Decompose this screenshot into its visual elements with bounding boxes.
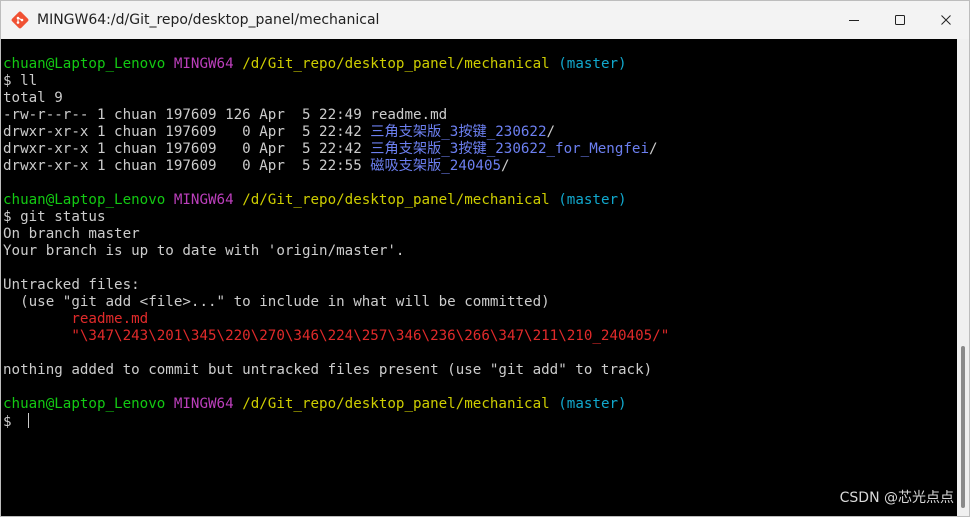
prompt-line: chuan@Laptop_Lenovo MINGW64 /d/Git_repo/… [3, 396, 627, 413]
title-bar[interactable]: MINGW64:/d/Git_repo/desktop_panel/mechan… [1, 1, 969, 39]
prompt-env: MINGW64 [173, 192, 234, 208]
file-listing-row: drwxr-xr-x 1 chuan 197609 0 Apr 5 22:42 … [3, 124, 555, 141]
file-name: readme.md [370, 107, 448, 123]
prompt-env: MINGW64 [173, 396, 234, 412]
directory-suffix: / [648, 141, 658, 157]
file-meta: drwxr-xr-x 1 chuan 197609 0 Apr 5 22:42 [3, 124, 371, 140]
terminal-output[interactable]: chuan@Laptop_Lenovo MINGW64 /d/Git_repo/… [1, 39, 957, 516]
command-line: $ ll [3, 73, 38, 89]
prompt-env: MINGW64 [173, 56, 234, 72]
file-listing-row: drwxr-xr-x 1 chuan 197609 0 Apr 5 22:42 … [3, 141, 658, 158]
directory-name: 三角支架版_3按键_230622_for_Mengfei [370, 141, 649, 157]
directory-suffix: / [546, 124, 556, 140]
command-line: $ git status [3, 209, 106, 225]
output-line: nothing added to commit but untracked fi… [3, 362, 653, 378]
file-meta: drwxr-xr-x 1 chuan 197609 0 Apr 5 22:55 [3, 158, 371, 174]
close-button[interactable] [923, 1, 969, 39]
git-bash-icon [11, 11, 29, 29]
prompt-path: /d/Git_repo/desktop_panel/mechanical [242, 396, 550, 412]
prompt-branch: (master) [558, 56, 627, 72]
prompt-path: /d/Git_repo/desktop_panel/mechanical [242, 192, 550, 208]
window-controls [831, 1, 969, 39]
minimize-icon [849, 20, 859, 21]
maximize-button[interactable] [877, 1, 923, 39]
prompt-line: chuan@Laptop_Lenovo MINGW64 /d/Git_repo/… [3, 56, 627, 73]
prompt-user: chuan@Laptop_Lenovo [3, 396, 166, 412]
window-title: MINGW64:/d/Git_repo/desktop_panel/mechan… [37, 12, 380, 28]
minimize-button[interactable] [831, 1, 877, 39]
prompt-user: chuan@Laptop_Lenovo [3, 56, 166, 72]
directory-name: 三角支架版_3按键_230622 [370, 124, 547, 140]
file-meta: drwxr-xr-x 1 chuan 197609 0 Apr 5 22:42 [3, 141, 371, 157]
output-line: total 9 [3, 90, 63, 106]
file-listing-row: -rw-r--r-- 1 chuan 197609 126 Apr 5 22:4… [3, 107, 447, 124]
input-line[interactable]: $ [3, 413, 30, 430]
input-prompt: $ [3, 414, 21, 430]
watermark: CSDN @芯光点点 [839, 490, 954, 506]
terminal-window: MINGW64:/d/Git_repo/desktop_panel/mechan… [0, 0, 970, 517]
vertical-scrollbar[interactable] [957, 39, 969, 516]
output-line: (use "git add <file>..." to include in w… [3, 294, 550, 310]
directory-name: 磁吸支架版_240405 [370, 158, 502, 174]
file-meta: -rw-r--r-- 1 chuan 197609 126 Apr 5 22:4… [3, 107, 371, 123]
text-cursor [28, 413, 30, 428]
untracked-file: "\347\243\201\345\220\270\346\224\257\34… [3, 328, 670, 344]
maximize-icon [895, 15, 905, 25]
scrollbar-thumb[interactable] [961, 346, 965, 508]
output-line: Your branch is up to date with 'origin/m… [3, 243, 405, 259]
output-line: Untracked files: [3, 277, 140, 293]
untracked-file: readme.md [3, 311, 149, 327]
output-line: On branch master [3, 226, 140, 242]
prompt-path: /d/Git_repo/desktop_panel/mechanical [242, 56, 550, 72]
file-listing-row: drwxr-xr-x 1 chuan 197609 0 Apr 5 22:55 … [3, 158, 510, 175]
close-icon [941, 15, 951, 25]
directory-suffix: / [501, 158, 510, 174]
prompt-user: chuan@Laptop_Lenovo [3, 192, 166, 208]
prompt-branch: (master) [558, 396, 627, 412]
prompt-branch: (master) [558, 192, 627, 208]
prompt-line: chuan@Laptop_Lenovo MINGW64 /d/Git_repo/… [3, 192, 627, 209]
